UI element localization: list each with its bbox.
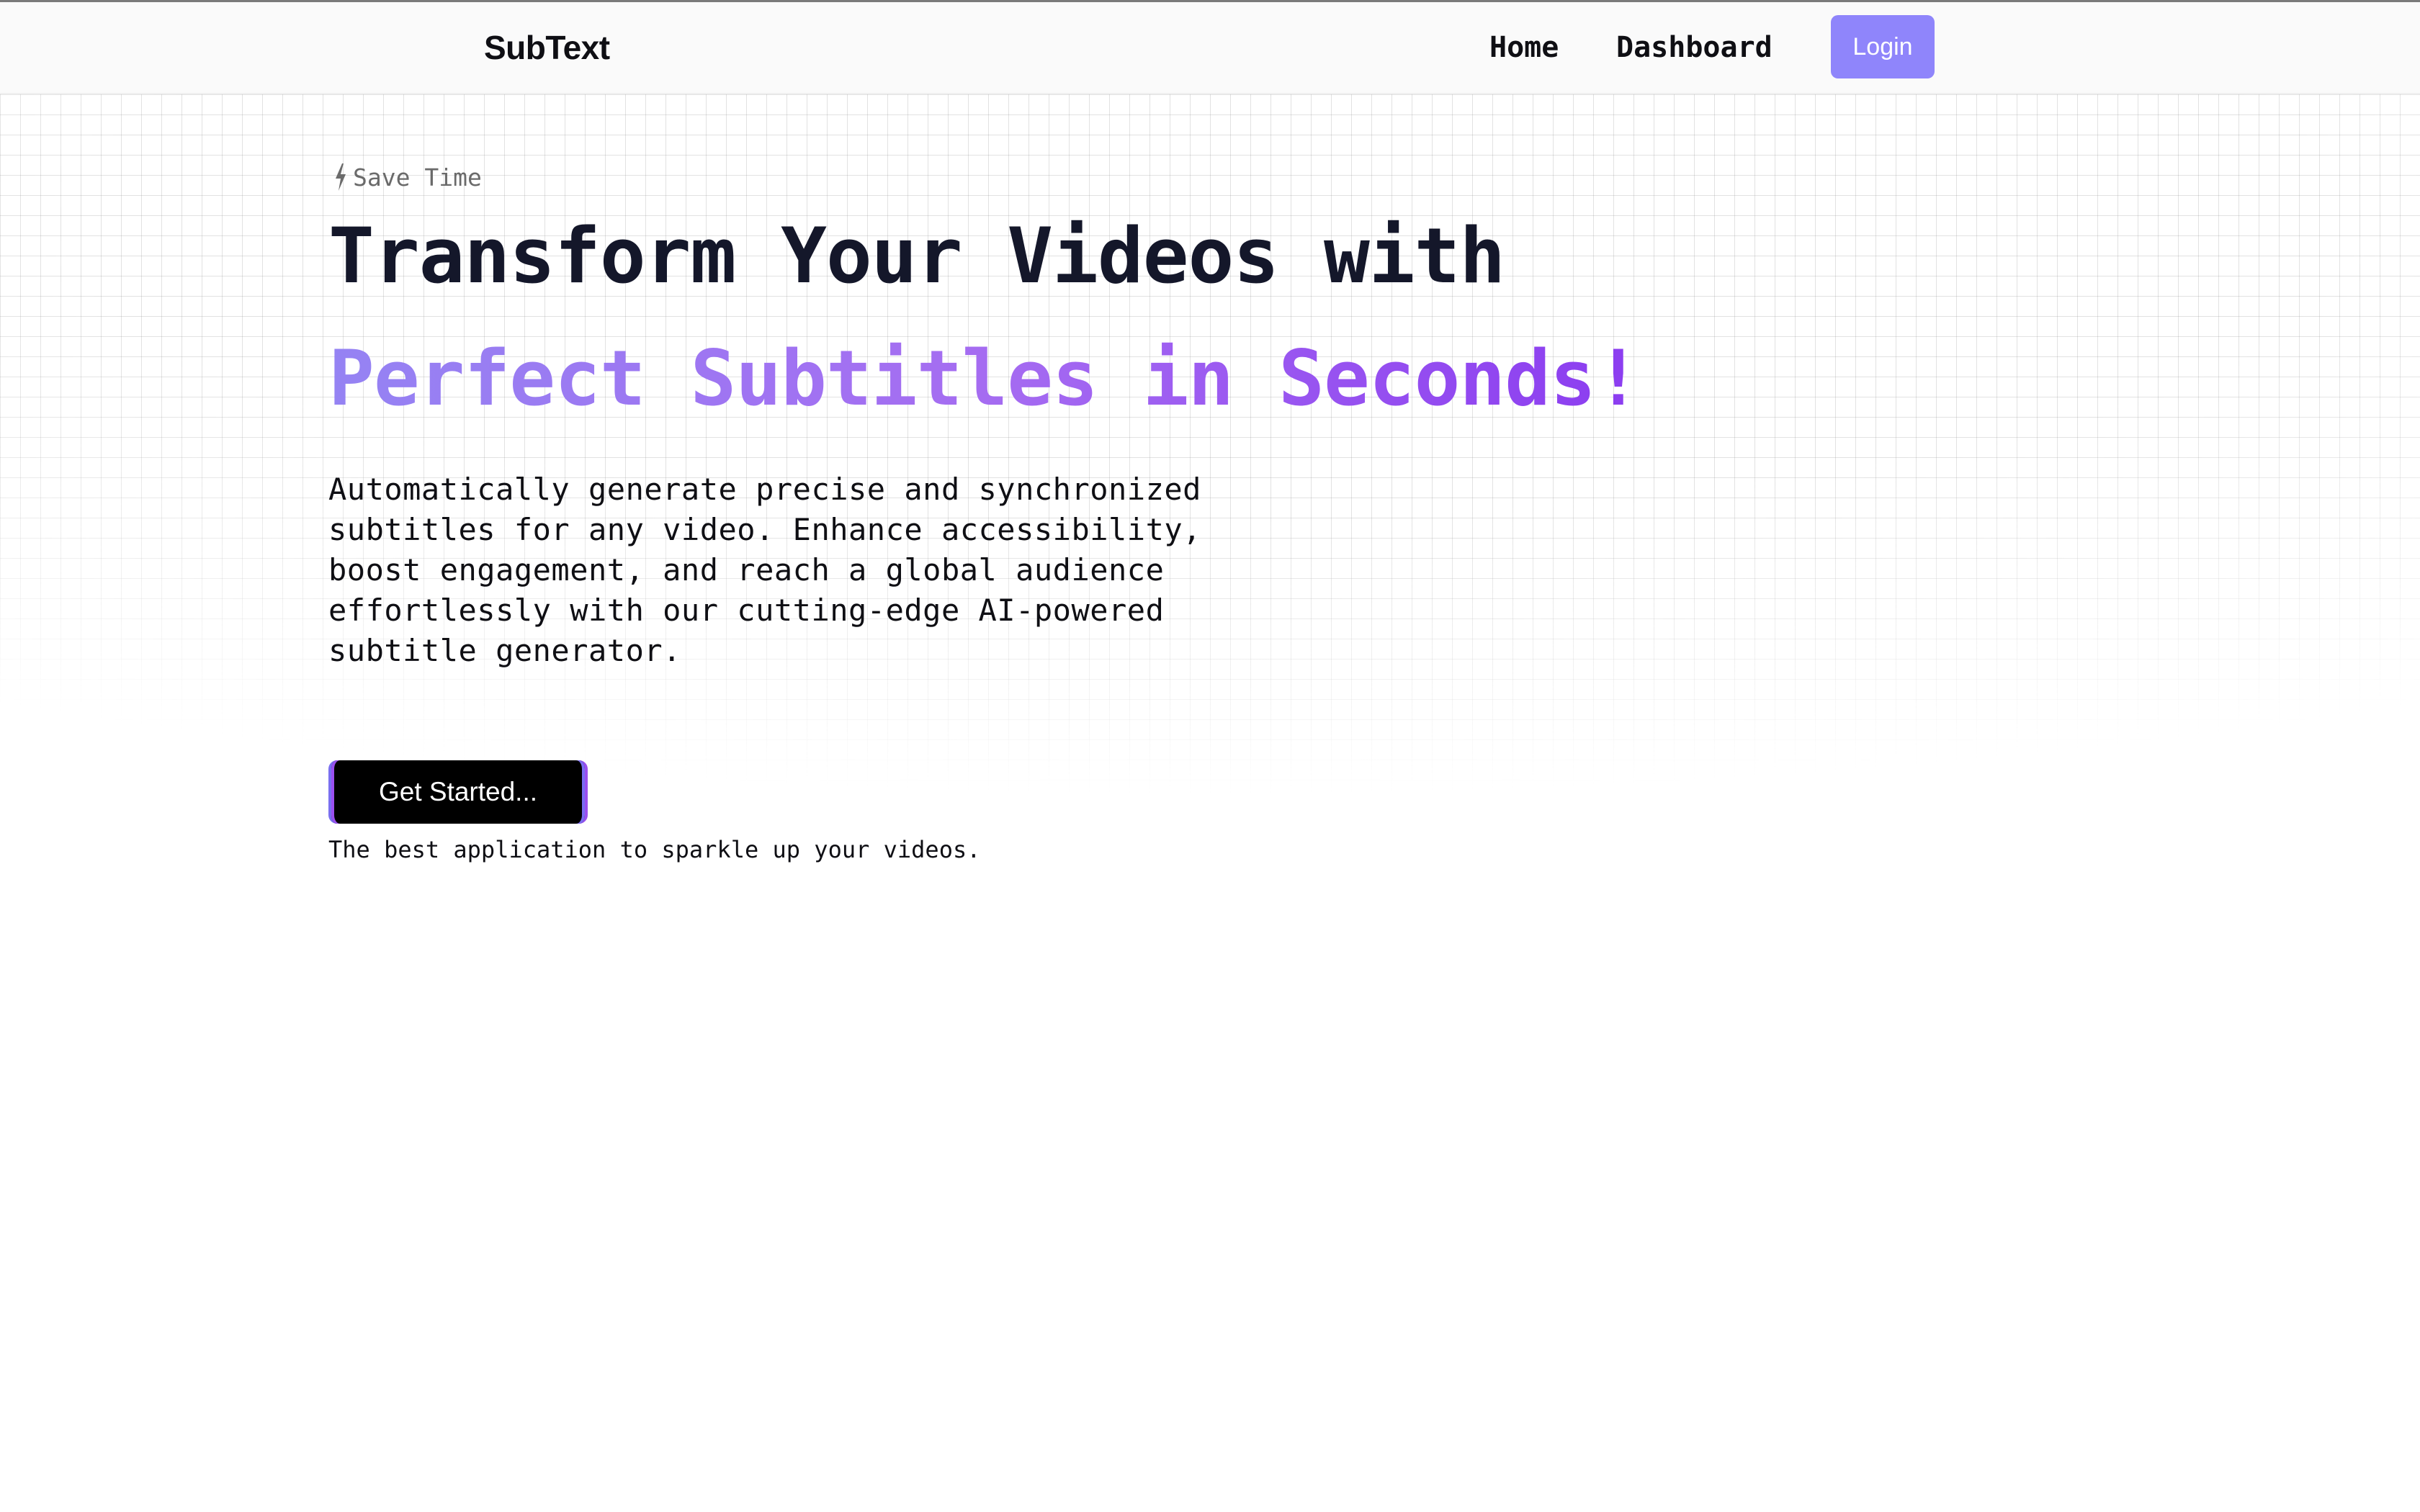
nav-link-home[interactable]: Home	[1489, 27, 1559, 68]
login-button[interactable]: Login	[1831, 15, 1935, 78]
brand-logo[interactable]: SubText	[484, 24, 610, 71]
hero-description: Automatically generate precise and synch…	[328, 472, 1201, 668]
hero-headline-accent: Perfect Subtitles in Seconds!	[328, 334, 1641, 423]
grid-background	[0, 94, 2420, 814]
eyebrow-badge: Save Time	[333, 160, 482, 194]
eyebrow-text: Save Time	[353, 163, 482, 192]
nav-link-dashboard[interactable]: Dashboard	[1616, 27, 1773, 68]
hero-headline: Transform Your Videos with	[328, 212, 1505, 300]
navbar: SubText Home Dashboard Login	[0, 2, 2420, 94]
get-started-button[interactable]: Get Started...	[328, 760, 588, 824]
hero-tagline: The best application to sparkle up your …	[328, 836, 981, 863]
bolt-icon	[336, 163, 346, 191]
